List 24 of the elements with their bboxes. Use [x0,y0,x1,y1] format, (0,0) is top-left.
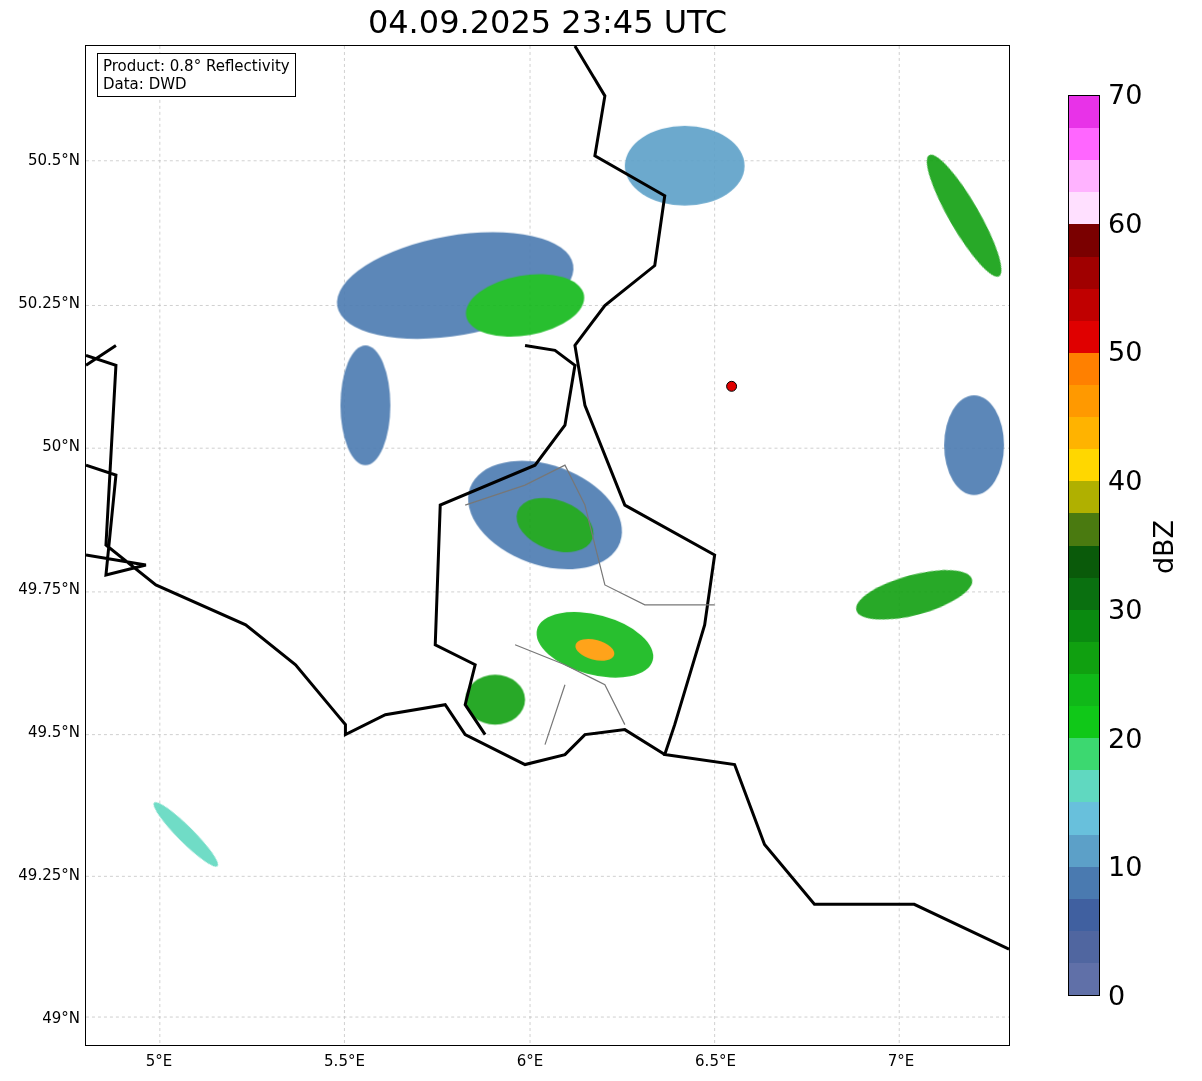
colorbar-tick-label: 30 [1108,594,1143,625]
longitude-label: 6.5°E [695,1052,736,1070]
legend-text: Data: DWD [103,75,188,93]
colorbar-label: dBZ [1149,519,1179,575]
longitude-label: 6°E [516,1052,544,1070]
latitude-label: 49.5°N [27,723,80,741]
legend-text: Product: 0.8° Reflectivity [103,57,290,75]
colorbar-tick-label: 0 [1108,981,1126,1011]
latitude-label: 50.25°N [18,294,80,312]
colorbar-tick-label: 50 [1108,337,1143,368]
latitude-label: 49.75°N [18,580,80,598]
colorbar-tick-label: 40 [1108,466,1143,497]
latitude-label: 49.25°N [18,866,80,884]
longitude-label: 5.5°E [324,1052,365,1070]
latitude-label: 50.5°N [27,151,80,169]
colorbar-tick-label: 10 [1108,852,1143,883]
colorbar-tick-label: 20 [1108,723,1143,754]
plot-title: 04.09.2025 23:45 UTC [366,2,729,42]
latitude-label: 50°N [42,437,80,455]
colorbar-tick-label: 60 [1108,208,1143,239]
longitude-label: 7°E [887,1052,915,1070]
colorbar-tick-label: 70 [1108,80,1143,110]
longitude-label: 5°E [145,1052,173,1070]
latitude-label: 49°N [42,1009,80,1027]
